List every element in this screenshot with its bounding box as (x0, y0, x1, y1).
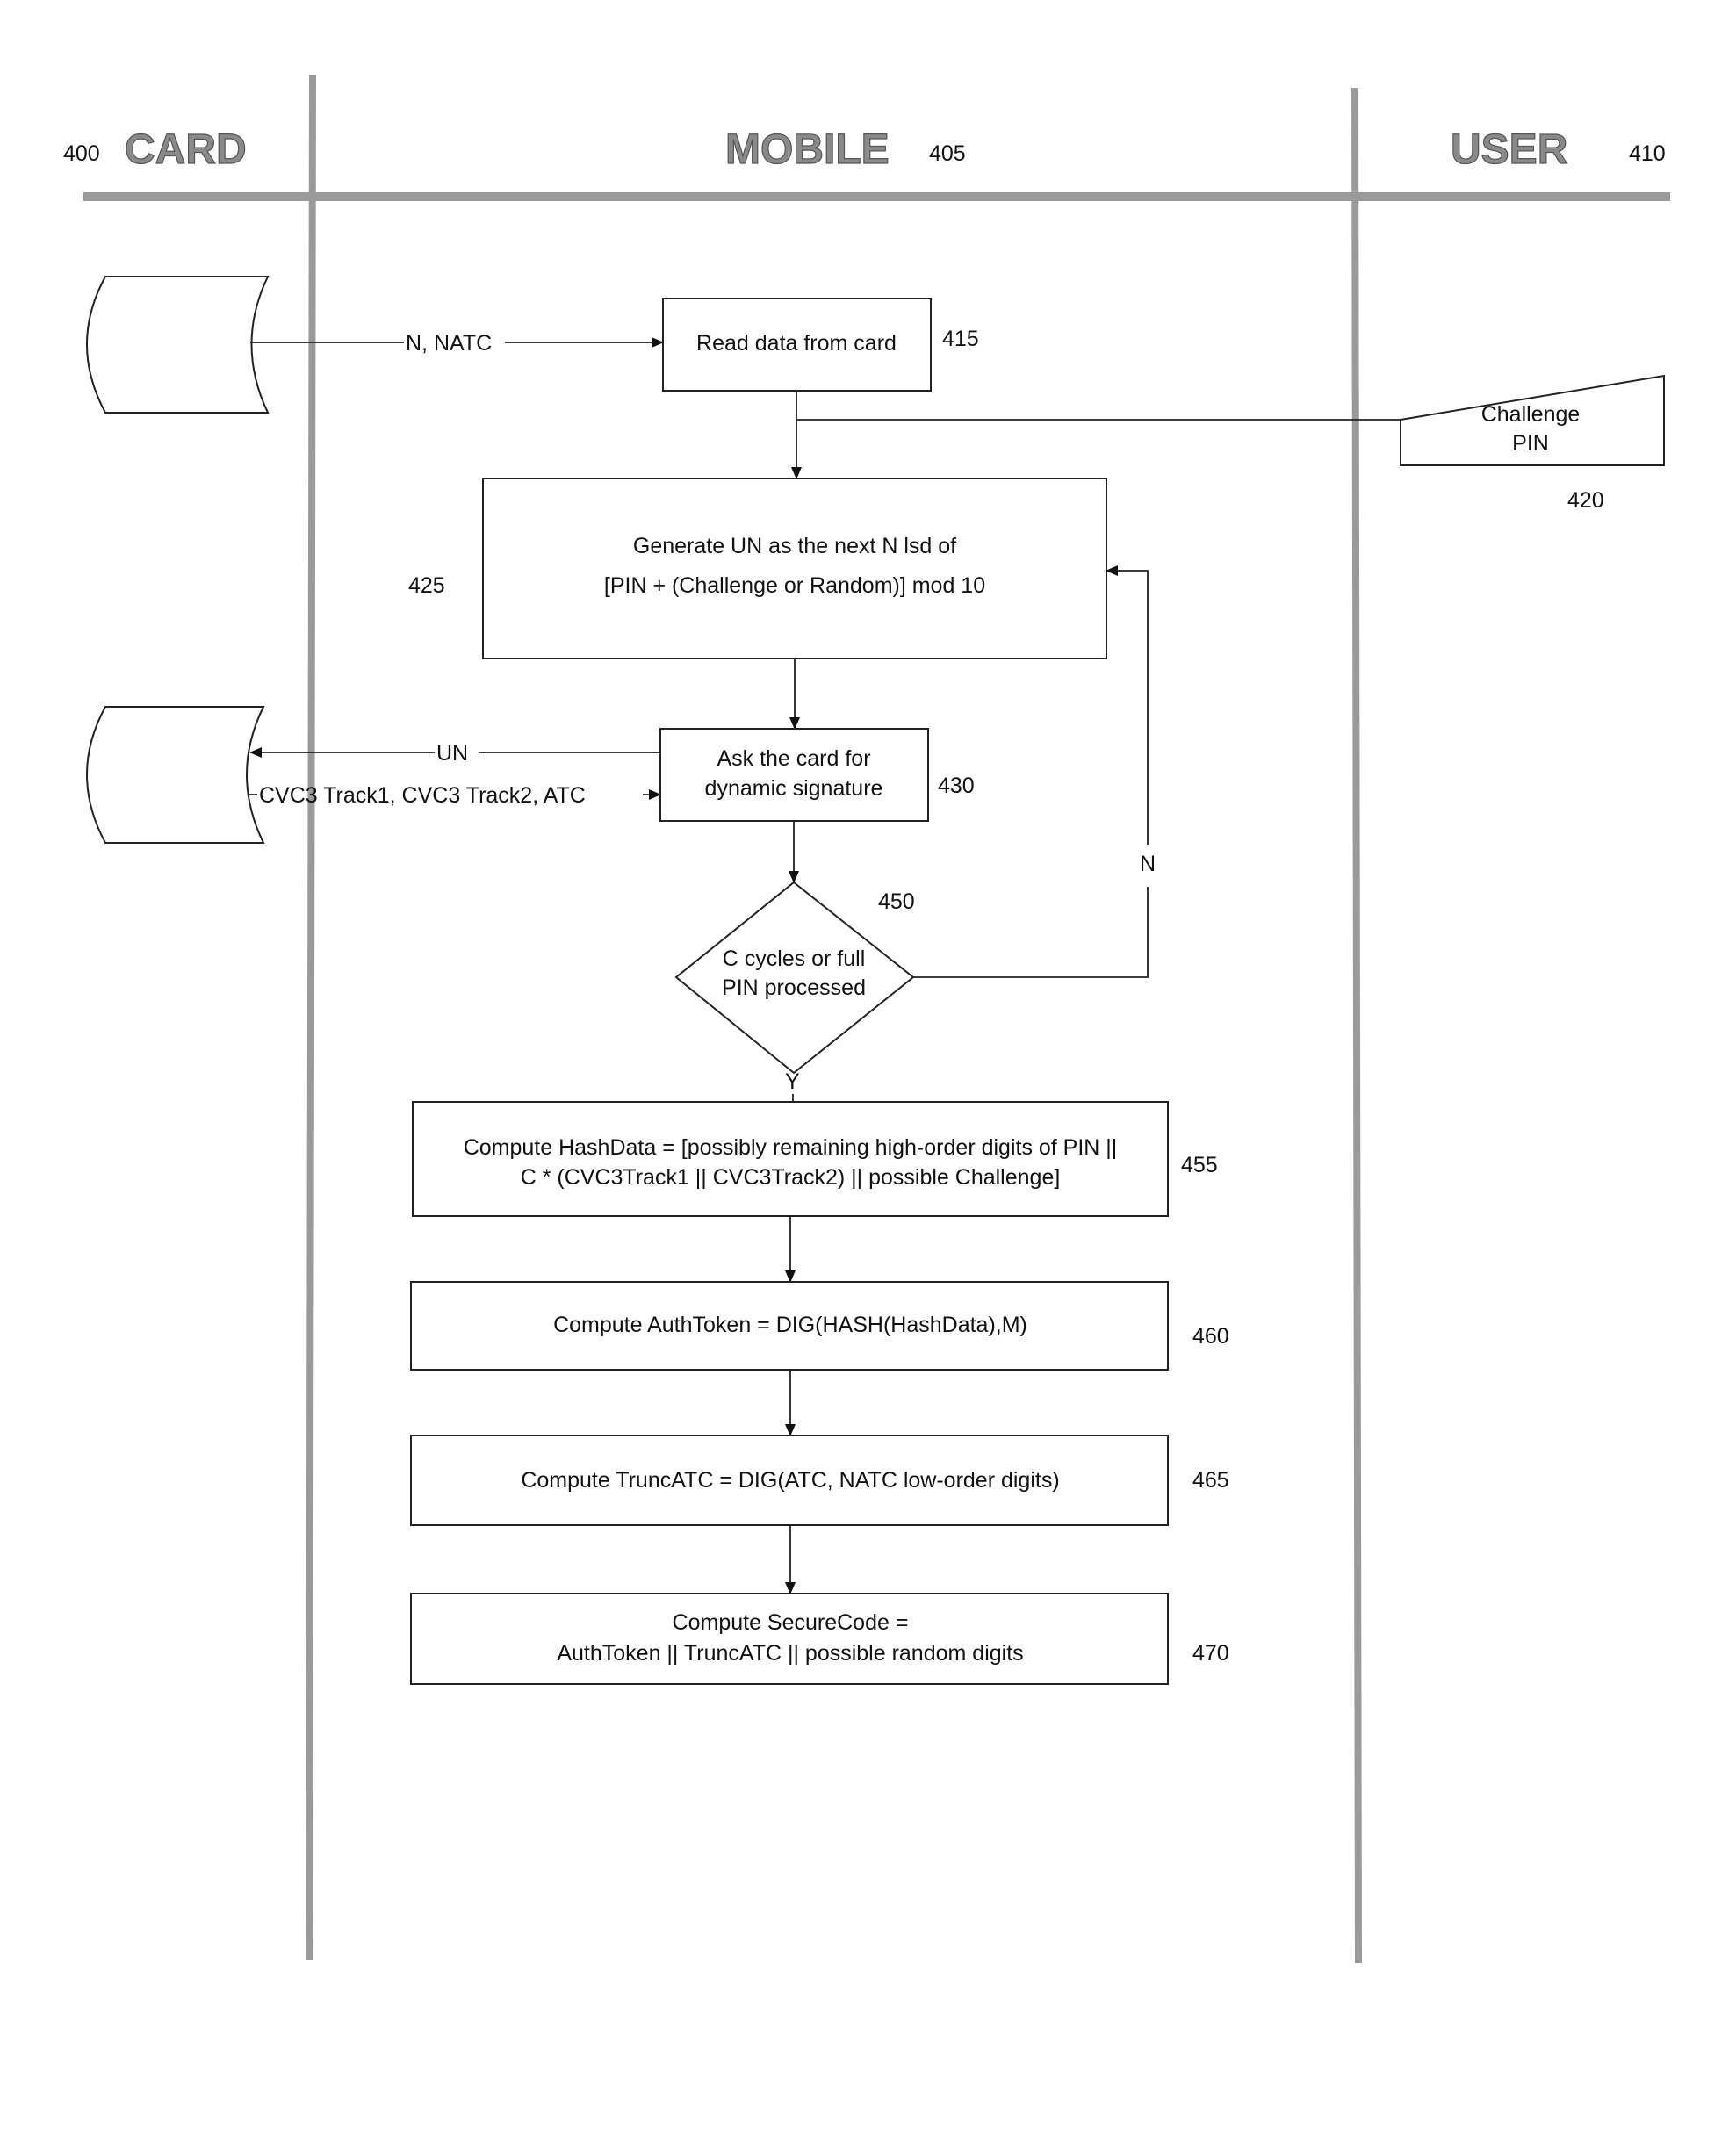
lane-ref-user: 410 (1629, 141, 1666, 166)
step-450-ref: 450 (878, 889, 915, 914)
flow-label-card-response: CVC3 Track1, CVC3 Track2, ATC (259, 783, 586, 808)
flow-label-n-natc: N, NATC (406, 331, 492, 356)
lane-ref-mobile: 405 (929, 141, 966, 166)
flow-label-no: N (1140, 852, 1156, 876)
step-430-text-2: dynamic signature (705, 776, 883, 801)
step-420-text-1: Challenge (1481, 402, 1581, 427)
step-455-text-2: C * (CVC3Track1 || CVC3Track2) || possib… (521, 1165, 1061, 1190)
step-470-box (410, 1593, 1169, 1685)
step-450-text-1: C cycles or full (723, 946, 866, 971)
step-420-text-2: PIN (1512, 431, 1549, 456)
step-430-ref: 430 (938, 774, 975, 798)
step-420-ref: 420 (1567, 488, 1604, 513)
flow-label-yes: Y (785, 1069, 800, 1094)
step-455-text-1: Compute HashData = [possibly remaining h… (464, 1135, 1118, 1160)
lane-title-mobile: MOBILE (725, 126, 890, 173)
lane-title-user: USER (1451, 126, 1567, 173)
step-430-box (659, 728, 929, 822)
step-455-ref: 455 (1181, 1153, 1218, 1177)
step-425-text-2: [PIN + (Challenge or Random)] mod 10 (604, 573, 985, 598)
step-460-text: Compute AuthToken = DIG(HASH(HashData),M… (553, 1313, 1027, 1337)
step-465-text: Compute TruncATC = DIG(ATC, NATC low-ord… (521, 1468, 1059, 1493)
step-465-ref: 465 (1192, 1468, 1229, 1493)
step-460-ref: 460 (1192, 1324, 1229, 1349)
step-425-text-1: Generate UN as the next N lsd of (633, 534, 956, 558)
step-425-box (482, 478, 1107, 659)
step-415-ref: 415 (942, 327, 979, 351)
lane-divider-mobile-user (1351, 87, 1362, 1964)
lane-title-card: CARD (125, 126, 247, 173)
step-430-text-1: Ask the card for (717, 746, 870, 771)
flow-label-un: UN (436, 741, 468, 766)
step-425-ref: 425 (408, 573, 445, 598)
step-470-text-2: AuthToken || TruncATC || possible random… (557, 1641, 1023, 1666)
lane-divider-card-mobile (306, 74, 316, 1961)
flow-diagram: 400 CARD MOBILE 405 USER 410 N, NATC Rea… (63, 74, 1670, 1964)
lane-ref-card: 400 (63, 141, 100, 166)
step-450-text-2: PIN processed (722, 975, 866, 1000)
card-data-shape-top (86, 276, 270, 414)
step-470-text-1: Compute SecureCode = (673, 1610, 909, 1635)
step-470-ref: 470 (1192, 1641, 1229, 1666)
loop-no-path-upper (1106, 565, 1149, 845)
loop-no-path-lower (913, 887, 1149, 978)
step-415-text: Read data from card (696, 331, 897, 356)
card-data-shape-bottom (86, 706, 265, 844)
